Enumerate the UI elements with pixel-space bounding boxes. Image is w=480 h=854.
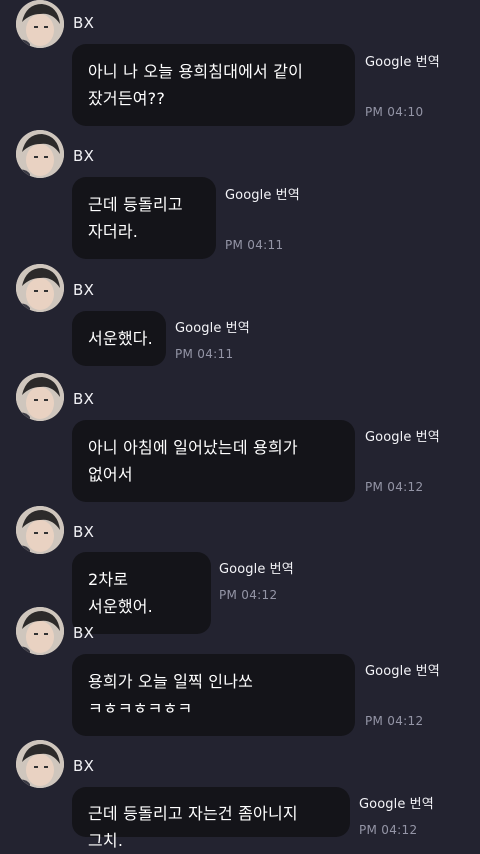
google-translate-link[interactable]: Google 번역	[365, 426, 440, 445]
avatar-image	[16, 740, 64, 788]
message-time: PM 04:10	[365, 105, 424, 119]
sender-name: BX	[73, 757, 95, 775]
google-translate-link[interactable]: Google 번역	[219, 558, 294, 577]
google-translate-link[interactable]: Google 번역	[175, 317, 250, 336]
google-translate-link[interactable]: Google 번역	[365, 51, 440, 70]
message-time: PM 04:11	[175, 347, 234, 361]
sender-avatar[interactable]	[16, 740, 64, 788]
sender-name: BX	[73, 147, 95, 165]
sender-avatar[interactable]	[16, 0, 64, 48]
sender-avatar[interactable]	[16, 130, 64, 178]
avatar-image	[16, 607, 64, 655]
sender-avatar[interactable]	[16, 506, 64, 554]
sender-avatar[interactable]	[16, 264, 64, 312]
avatar-image	[16, 130, 64, 178]
avatar-image	[16, 0, 64, 48]
google-translate-link[interactable]: Google 번역	[359, 793, 434, 812]
google-translate-link[interactable]: Google 번역	[365, 660, 440, 679]
sender-name: BX	[73, 14, 95, 32]
message-bubble[interactable]: 근데 등돌리고 자는건 좀아니지 그치.	[72, 787, 350, 850]
message-time: PM 04:11	[225, 238, 284, 252]
avatar-image	[16, 264, 64, 312]
sender-avatar[interactable]	[16, 373, 64, 421]
sender-name: BX	[73, 624, 95, 642]
avatar-image	[16, 373, 64, 421]
message-bubble[interactable]: 아니 나 오늘 용희침대에서 같이 잤거든여??	[72, 44, 355, 126]
message-bubble[interactable]: 근데 등돌리고 자더라.	[72, 177, 216, 259]
message-time: PM 04:12	[359, 823, 418, 837]
sender-name: BX	[73, 390, 95, 408]
message-bubble[interactable]: 서운했다.	[72, 311, 166, 366]
google-translate-link[interactable]: Google 번역	[225, 184, 300, 203]
message-bubble[interactable]: 용희가 오늘 일찍 인나쏘 ㅋㅎㅋㅎㅋㅎㅋ	[72, 654, 355, 736]
message-time: PM 04:12	[365, 714, 424, 728]
sender-name: BX	[73, 523, 95, 541]
message-time: PM 04:12	[365, 480, 424, 494]
message-bubble[interactable]: 아니 아침에 일어났는데 용희가 없어서	[72, 420, 355, 502]
message-time: PM 04:12	[219, 588, 278, 602]
sender-avatar[interactable]	[16, 607, 64, 655]
message-bubble[interactable]: 2차로 서운했어.	[72, 552, 211, 634]
chat-thread[interactable]: BX 아니 나 오늘 용희침대에서 같이 잤거든여?? Google 번역 PM…	[0, 0, 480, 850]
avatar-image	[16, 506, 64, 554]
sender-name: BX	[73, 281, 95, 299]
